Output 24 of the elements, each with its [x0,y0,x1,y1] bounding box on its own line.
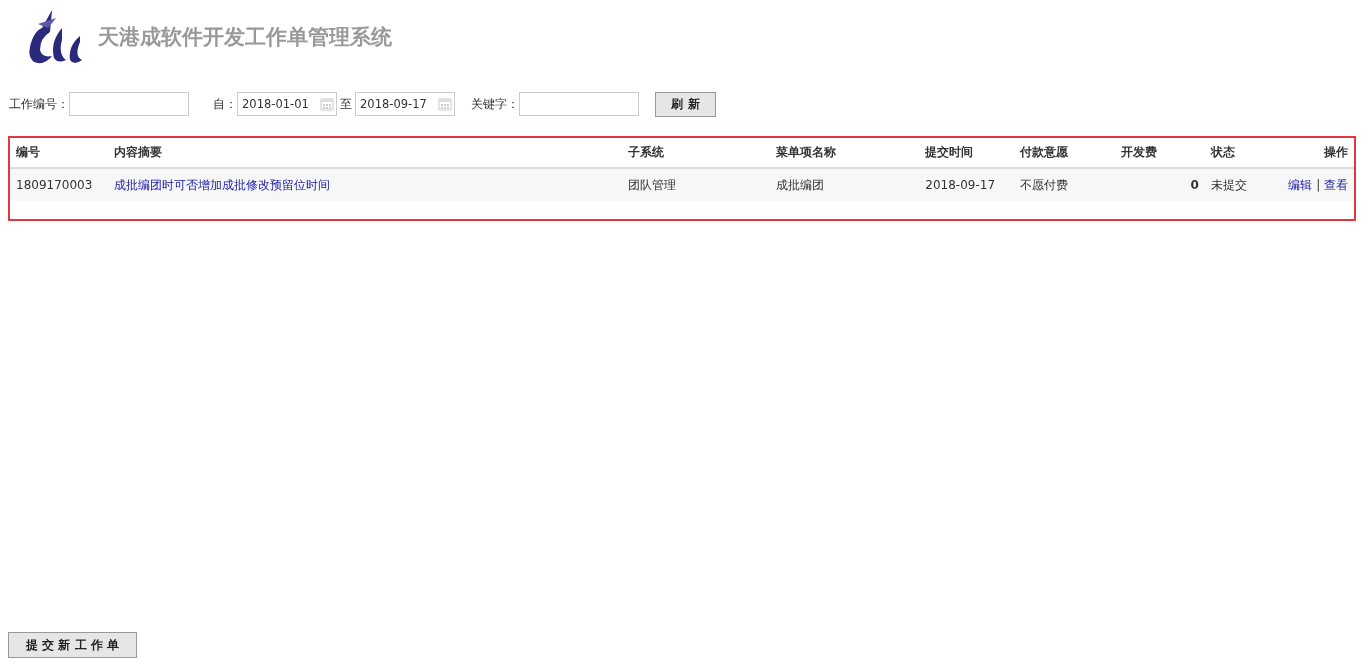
refresh-button[interactable]: 刷 新 [655,91,716,117]
summary-link[interactable]: 成批编团时可否增加成批修改预留位时间 [113,177,330,192]
view-link[interactable]: 查看 [1324,177,1348,192]
table-cell: 2018-09-17 [919,168,1015,201]
table-cell: 成批编团 [769,168,920,201]
edit-link[interactable]: 编辑 [1288,177,1313,192]
field-label: 关键字： [471,95,519,113]
table-cell: 团队管理 [621,168,770,201]
table-cell: 不愿付费 [1014,168,1115,201]
calendar-icon[interactable] [320,97,334,111]
separator: | [1316,177,1321,192]
work-number-field[interactable] [69,92,189,116]
calendar-icon[interactable] [438,97,452,111]
table-cell: 未提交 [1204,168,1283,201]
field-label: 至 [340,95,352,113]
date-field[interactable]: 2018-01-01 [237,92,337,116]
keyword-field[interactable] [519,92,639,116]
field-label: 自： [213,95,237,113]
table-cell: 0 [1114,168,1205,201]
table-cell: 1809170003 [10,168,108,201]
app-title: 天港成软件开发工作单管理系统 [98,24,392,51]
date-field[interactable]: 2018-09-17 [355,92,455,116]
field-label: 工作编号： [9,95,69,113]
submit-new-button[interactable]: 提 交 新 工 作 单 [8,632,137,658]
